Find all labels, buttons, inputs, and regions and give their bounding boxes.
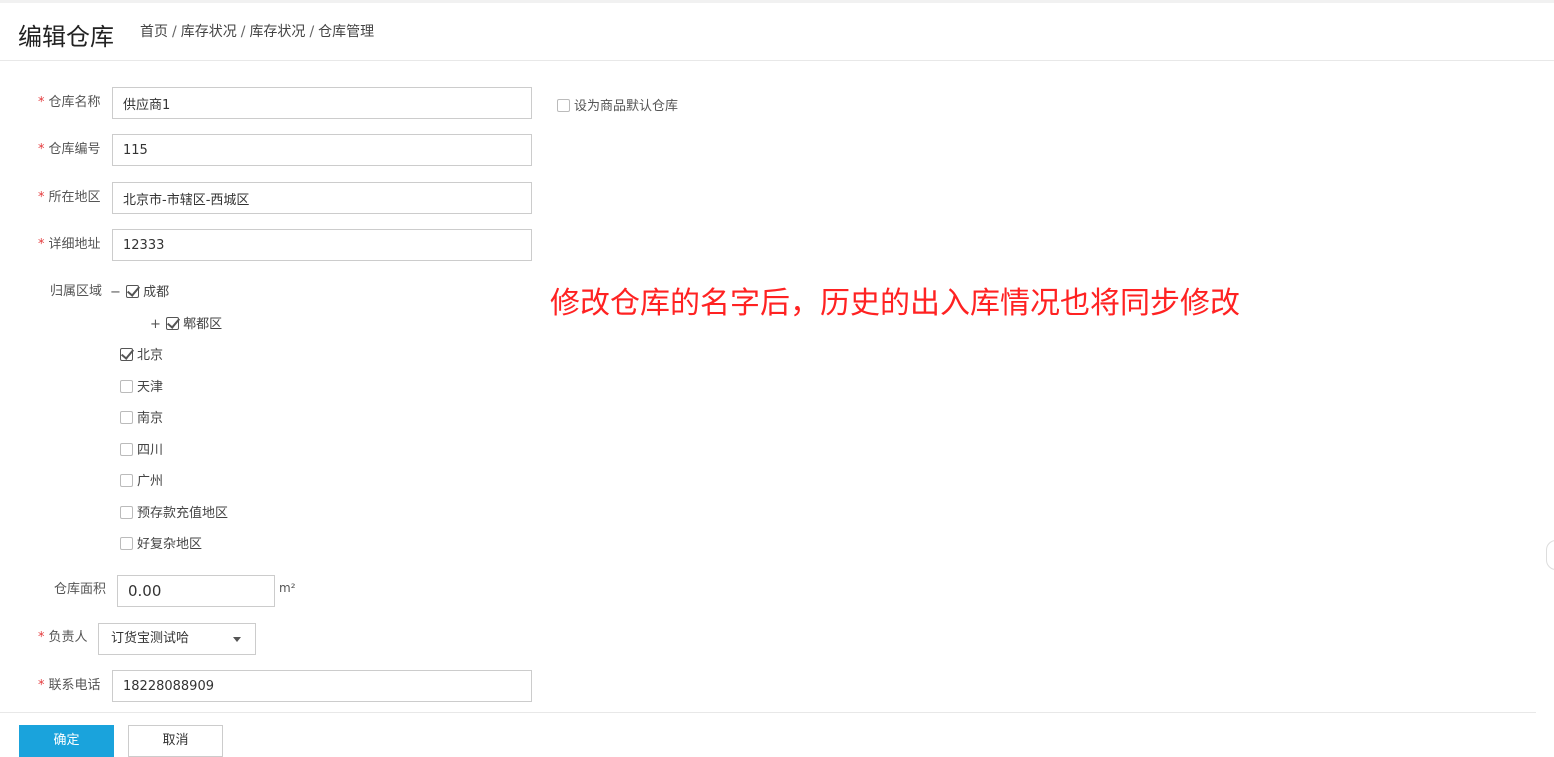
checkbox-checked-icon[interactable] bbox=[126, 285, 140, 298]
breadcrumb: 首页 / 库存状况 / 库存状况 / 仓库管理 bbox=[140, 24, 375, 40]
row-warehouse-name: * 仓库名称 bbox=[0, 87, 540, 119]
warehouse-area-input[interactable] bbox=[117, 575, 275, 607]
tree-item-chengdu[interactable]: − 成都 bbox=[110, 283, 169, 303]
breadcrumb-inventory[interactable]: 库存状况 bbox=[181, 24, 237, 40]
checkbox-icon[interactable] bbox=[120, 443, 133, 456]
breadcrumb-inventory-status[interactable]: 库存状况 bbox=[249, 24, 305, 40]
checkbox-icon[interactable] bbox=[120, 506, 133, 519]
tree-item-sichuan[interactable]: 四川 bbox=[120, 441, 163, 461]
row-phone: * 联系电话 bbox=[0, 670, 540, 702]
label-address: * 详细地址 bbox=[38, 237, 101, 252]
breadcrumb-home[interactable]: 首页 bbox=[140, 24, 168, 40]
checkbox-checked-icon[interactable] bbox=[166, 317, 180, 330]
confirm-button[interactable]: 确定 bbox=[19, 725, 114, 757]
phone-input[interactable] bbox=[112, 670, 532, 702]
tree-item-tianjin[interactable]: 天津 bbox=[120, 378, 163, 398]
tree-item-beijing[interactable]: 北京 bbox=[120, 346, 163, 366]
checkbox-icon[interactable] bbox=[557, 99, 570, 112]
row-region: * 所在地区 bbox=[0, 182, 540, 214]
tree-item-prepaid-region[interactable]: 预存款充值地区 bbox=[120, 504, 228, 524]
caret-down-icon bbox=[233, 637, 241, 642]
expand-toggle-icon[interactable]: + bbox=[150, 315, 162, 335]
checkbox-icon[interactable] bbox=[120, 380, 133, 393]
default-warehouse-checkbox[interactable]: 设为商品默认仓库 bbox=[557, 95, 678, 114]
footer-divider bbox=[0, 712, 1536, 713]
collapse-toggle-icon[interactable]: − bbox=[110, 283, 122, 303]
tree-item-nanjing[interactable]: 南京 bbox=[120, 409, 163, 429]
checkbox-checked-icon[interactable] bbox=[120, 348, 133, 361]
manager-select[interactable]: 订货宝测试哈 bbox=[98, 623, 256, 655]
tree-item-pidu[interactable]: + 郫都区 bbox=[150, 315, 222, 335]
tree-item-guangzhou[interactable]: 广州 bbox=[120, 472, 163, 492]
cancel-button[interactable]: 取消 bbox=[128, 725, 223, 757]
warehouse-name-input[interactable] bbox=[112, 87, 532, 119]
address-input[interactable] bbox=[112, 229, 532, 261]
label-area-tree: 归属区域 bbox=[50, 284, 103, 299]
label-warehouse-name: * 仓库名称 bbox=[38, 95, 101, 110]
annotation-note: 修改仓库的名字后，历史的出入库情况也将同步修改 bbox=[550, 286, 1240, 321]
label-region: * 所在地区 bbox=[38, 190, 101, 205]
page-title: 编辑仓库 bbox=[18, 23, 114, 51]
side-scroll-handle[interactable] bbox=[1546, 540, 1554, 570]
area-unit: m² bbox=[279, 581, 296, 595]
breadcrumb-warehouse-management: 仓库管理 bbox=[318, 24, 375, 40]
page-header: 编辑仓库 首页 / 库存状况 / 库存状况 / 仓库管理 bbox=[0, 0, 1554, 61]
label-warehouse-code: * 仓库编号 bbox=[38, 142, 101, 157]
label-phone: * 联系电话 bbox=[38, 678, 101, 693]
checkbox-icon[interactable] bbox=[120, 537, 133, 550]
row-address: * 详细地址 bbox=[0, 229, 540, 261]
region-input[interactable] bbox=[112, 182, 532, 214]
checkbox-icon[interactable] bbox=[120, 474, 133, 487]
label-warehouse-area: 仓库面积 bbox=[54, 582, 107, 597]
warehouse-code-input[interactable] bbox=[112, 134, 532, 166]
label-manager: * 负责人 bbox=[38, 630, 88, 645]
tree-item-complex-region[interactable]: 好复杂地区 bbox=[120, 535, 202, 555]
row-warehouse-code: * 仓库编号 bbox=[0, 134, 540, 166]
checkbox-icon[interactable] bbox=[120, 411, 133, 424]
